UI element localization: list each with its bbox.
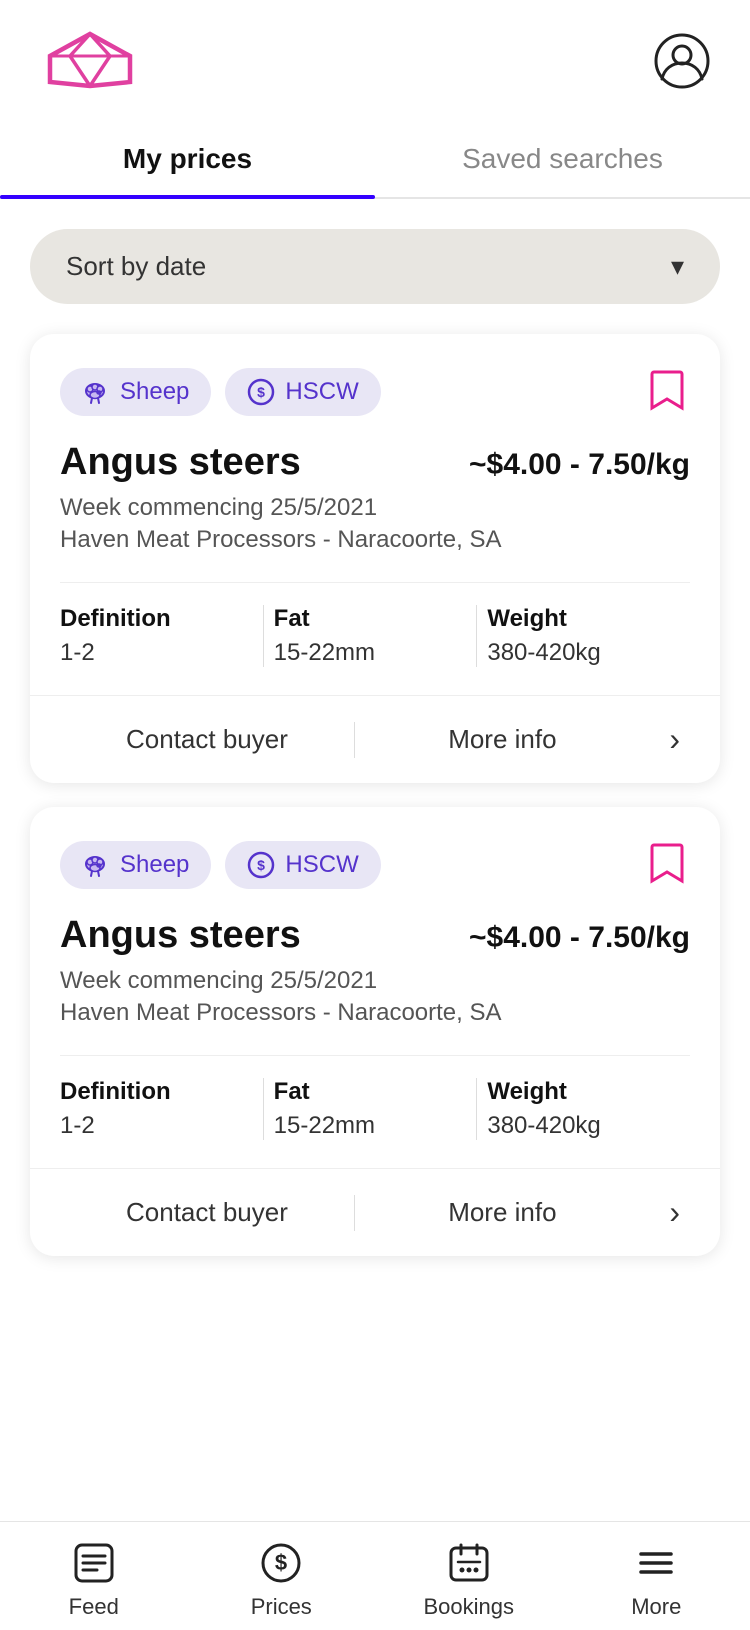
more-info-button[interactable]: More info [355, 1169, 649, 1256]
card-title: Angus steers [60, 914, 301, 957]
detail-definition: Definition 1-2 [60, 1078, 264, 1140]
profile-button[interactable] [654, 33, 710, 92]
detail-fat: Fat 15-22mm [264, 1078, 478, 1140]
contact-buyer-button[interactable]: Contact buyer [60, 696, 354, 783]
sort-container: Sort by date ▾ [0, 199, 750, 314]
nav-item-bookings[interactable]: Bookings [409, 1540, 529, 1620]
sort-label: Sort by date [66, 251, 206, 282]
more-info-button[interactable]: More info [355, 696, 649, 783]
card-details: Definition 1-2 Fat 15-22mm Weight 380-42… [60, 1055, 690, 1140]
feed-icon [71, 1540, 117, 1586]
tag-sheep: Sheep [60, 841, 211, 889]
card-actions: Contact buyer More info › [30, 695, 720, 783]
bookings-icon [446, 1540, 492, 1586]
nav-label-feed: Feed [69, 1594, 119, 1620]
bookmark-button[interactable] [644, 837, 690, 892]
more-icon [633, 1540, 679, 1586]
listing-card: Sheep $ HSCW Angus steers ~$4.00 - 7.50/… [30, 807, 720, 1256]
prices-icon: $ [258, 1540, 304, 1586]
card-title-row: Angus steers ~$4.00 - 7.50/kg [60, 441, 690, 484]
card-title-row: Angus steers ~$4.00 - 7.50/kg [60, 914, 690, 957]
card-week: Week commencing 25/5/2021 [60, 967, 690, 995]
card-week: Week commencing 25/5/2021 [60, 494, 690, 522]
listing-card: Sheep $ HSCW Angus steers ~$4.00 [30, 334, 720, 783]
nav-item-prices[interactable]: $ Prices [221, 1540, 341, 1620]
detail-definition: Definition 1-2 [60, 605, 264, 667]
detail-fat: Fat 15-22mm [264, 605, 478, 667]
nav-label-bookings: Bookings [423, 1594, 514, 1620]
tag-hscw: $ HSCW [225, 368, 380, 416]
tab-my-prices[interactable]: My prices [0, 115, 375, 197]
bookmark-button[interactable] [644, 364, 690, 419]
app-logo [40, 30, 140, 95]
nav-label-more: More [631, 1594, 681, 1620]
card-arrow-button[interactable]: › [649, 701, 690, 778]
card-arrow-button[interactable]: › [649, 1174, 690, 1251]
bottom-nav: Feed $ Prices Bookings More [0, 1521, 750, 1630]
card-price: ~$4.00 - 7.50/kg [469, 921, 690, 955]
chevron-down-icon: ▾ [671, 251, 684, 282]
sort-dropdown[interactable]: Sort by date ▾ [30, 229, 720, 304]
tabs-container: My prices Saved searches [0, 115, 750, 199]
svg-text:$: $ [258, 384, 266, 400]
card-location: Haven Meat Processors - Naracoorte, SA [60, 999, 690, 1027]
nav-label-prices: Prices [251, 1594, 312, 1620]
card-title: Angus steers [60, 441, 301, 484]
card-details: Definition 1-2 Fat 15-22mm Weight 380-42… [60, 582, 690, 667]
cards-list: Sheep $ HSCW Angus steers ~$4.00 [0, 314, 750, 1276]
contact-buyer-button[interactable]: Contact buyer [60, 1169, 354, 1256]
tag-hscw: $ HSCW [225, 841, 380, 889]
app-header [0, 0, 750, 115]
nav-item-feed[interactable]: Feed [34, 1540, 154, 1620]
tags-row: Sheep $ HSCW [60, 837, 690, 892]
tags-row: Sheep $ HSCW [60, 364, 690, 419]
detail-weight: Weight 380-420kg [477, 1078, 690, 1140]
card-location: Haven Meat Processors - Naracoorte, SA [60, 526, 690, 554]
svg-text:$: $ [258, 857, 266, 873]
tab-saved-searches[interactable]: Saved searches [375, 115, 750, 197]
detail-weight: Weight 380-420kg [477, 605, 690, 667]
tag-sheep: Sheep [60, 368, 211, 416]
card-actions: Contact buyer More info › [30, 1168, 720, 1256]
svg-text:$: $ [275, 1550, 287, 1575]
card-price: ~$4.00 - 7.50/kg [469, 448, 690, 482]
nav-item-more[interactable]: More [596, 1540, 716, 1620]
